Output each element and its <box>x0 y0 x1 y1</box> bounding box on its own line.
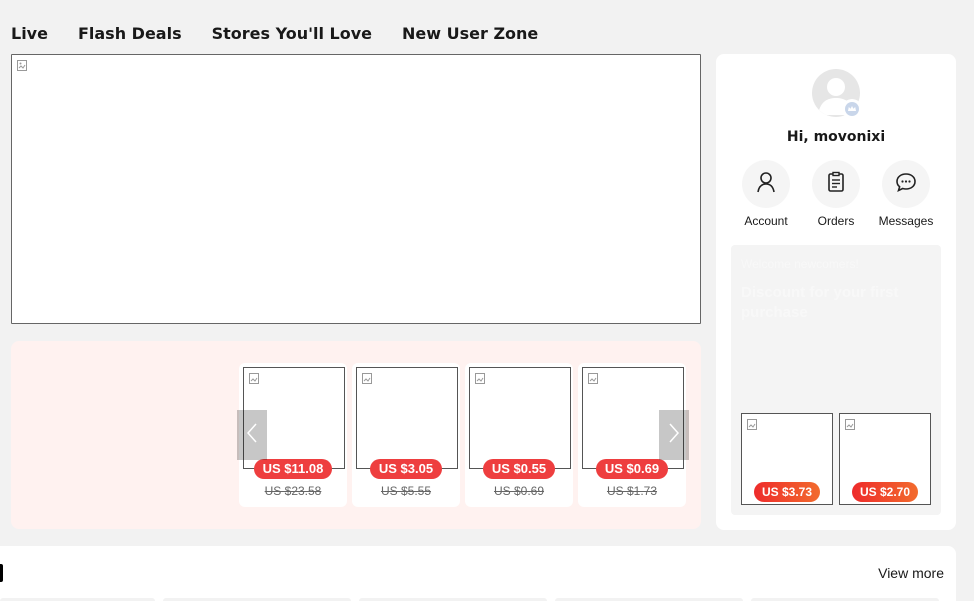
broken-image-icon <box>845 419 857 431</box>
product-image <box>469 367 571 469</box>
price-badge: US $0.69 <box>595 459 669 479</box>
deal-price: US $11.08 <box>239 459 347 479</box>
messages-link[interactable]: Messages <box>871 160 941 228</box>
price-badge: US $3.73 <box>753 482 821 502</box>
chevron-left-icon <box>246 422 258 449</box>
price-badge: US $2.70 <box>851 482 919 502</box>
original-price: US $1.73 <box>606 484 658 498</box>
deal-price: US $0.55 <box>465 459 573 479</box>
messages-icon-circle <box>882 160 930 208</box>
broken-image-icon <box>747 419 759 431</box>
deal-card[interactable]: US $3.05 US $5.55 <box>352 363 460 507</box>
price-badge: US $3.05 <box>369 459 443 479</box>
original-price: US $23.58 <box>264 484 322 498</box>
chevron-right-icon <box>668 422 680 449</box>
welcome-product-card[interactable]: US $2.70 <box>839 413 931 505</box>
nav-flash-deals[interactable]: Flash Deals <box>78 14 182 54</box>
bottom-section: View more <box>0 546 956 601</box>
nav-stores[interactable]: Stores You'll Love <box>212 14 372 54</box>
user-panel: Hi, movonixi Account Orders Messages Wel… <box>716 54 956 530</box>
person-icon <box>755 171 777 198</box>
welcome-title: Discount for your first purchase <box>741 284 899 321</box>
hero-banner[interactable] <box>11 54 701 324</box>
account-link[interactable]: Account <box>731 160 801 228</box>
broken-image-icon <box>17 60 29 72</box>
flash-deals-panel: US $11.08 US $23.58 US $3.05 US $5.55 US… <box>11 341 701 529</box>
top-nav: Live Flash Deals Stores You'll Love New … <box>0 14 557 54</box>
crown-icon <box>842 99 862 119</box>
deal-price: US $0.69 <box>578 459 686 479</box>
user-greeting: Hi, movonixi <box>786 129 886 145</box>
welcome-newcomers-panel[interactable]: Welcome newcomers! Discount for your fir… <box>731 245 941 515</box>
welcome-price: US $3.73 <box>742 482 832 502</box>
welcome-subtitle: Welcome newcomers! <box>741 257 859 271</box>
nav-live[interactable]: Live <box>11 14 48 54</box>
section-title-fragment <box>0 564 3 582</box>
original-price: US $5.55 <box>380 484 432 498</box>
deal-card[interactable]: US $0.55 US $0.69 <box>465 363 573 507</box>
original-price: US $0.69 <box>493 484 545 498</box>
account-icon-circle <box>742 160 790 208</box>
deal-price: US $3.05 <box>352 459 460 479</box>
price-badge: US $11.08 <box>253 459 333 479</box>
welcome-product-card[interactable]: US $3.73 <box>741 413 833 505</box>
product-image <box>356 367 458 469</box>
orders-icon-circle <box>812 160 860 208</box>
carousel-prev-button[interactable] <box>237 410 267 460</box>
messages-label: Messages <box>878 214 934 228</box>
account-label: Account <box>744 214 788 228</box>
broken-image-icon <box>362 373 374 385</box>
view-more-link[interactable]: View more <box>878 565 944 581</box>
carousel-next-button[interactable] <box>659 410 689 460</box>
welcome-price: US $2.70 <box>840 482 930 502</box>
broken-image-icon <box>475 373 487 385</box>
nav-new-user-zone[interactable]: New User Zone <box>402 14 538 54</box>
clipboard-icon <box>825 171 847 198</box>
broken-image-icon <box>249 373 261 385</box>
price-badge: US $0.55 <box>482 459 556 479</box>
orders-link[interactable]: Orders <box>801 160 871 228</box>
chat-bubble-icon <box>895 171 917 198</box>
orders-label: Orders <box>817 214 855 228</box>
broken-image-icon <box>588 373 600 385</box>
